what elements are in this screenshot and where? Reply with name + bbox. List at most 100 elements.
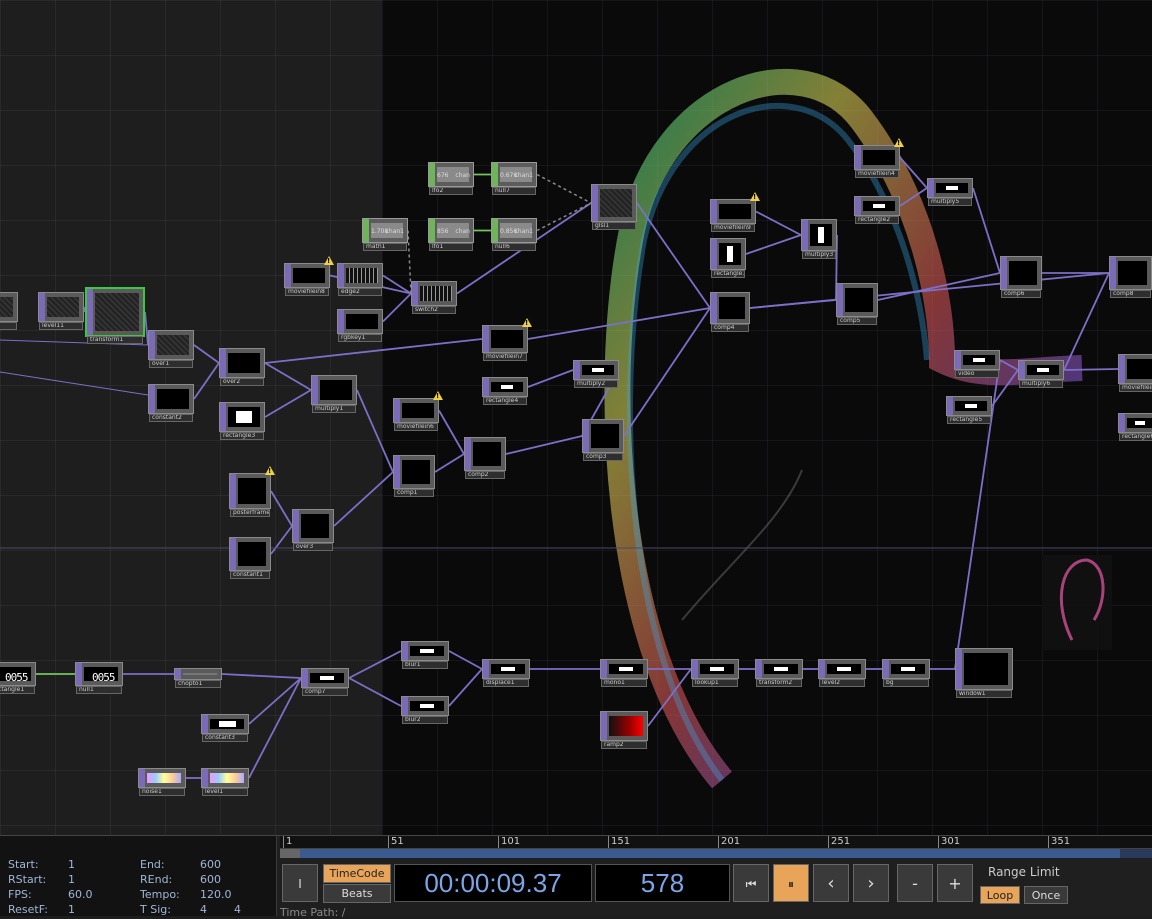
operator-input-strip[interactable] [429, 163, 435, 186]
operator-label[interactable]: moviefilein [1119, 384, 1152, 392]
operator-input-strip[interactable] [175, 669, 181, 679]
operator-constant2[interactable]: constant2 [148, 384, 194, 422]
operator-label[interactable]: window1 [956, 690, 1012, 698]
wire[interactable] [248, 677, 302, 779]
operator-moviefilein4[interactable]: moviefilein4 [854, 138, 904, 178]
operator-label[interactable]: comp7 [302, 688, 348, 696]
wire[interactable] [899, 156, 928, 189]
operator-input-strip[interactable] [1001, 257, 1007, 289]
warning-icon[interactable] [894, 138, 904, 147]
operator-label[interactable]: moviefilein6 [394, 423, 438, 431]
operator-label[interactable]: rectangle6 [1119, 433, 1152, 441]
wire[interactable] [248, 677, 302, 725]
wire[interactable] [877, 272, 1001, 301]
operator-blur2[interactable]: blur2 [401, 696, 449, 724]
operator-input-strip[interactable] [312, 376, 318, 404]
operator-input-strip[interactable] [220, 349, 226, 377]
operator-input-strip[interactable] [285, 264, 291, 287]
operator-multiply1[interactable]: multiply1 [311, 375, 357, 413]
operator-multiply6[interactable]: multiply6 [1018, 360, 1064, 388]
wire[interactable] [755, 210, 802, 236]
operator-label[interactable]: rgbkey1 [338, 334, 382, 342]
operator-input-strip[interactable] [837, 284, 843, 316]
wire[interactable] [647, 668, 692, 727]
operator-input-strip[interactable] [149, 331, 155, 359]
operator-input-strip[interactable] [1119, 414, 1125, 432]
operator-label[interactable]: lfo2 [429, 187, 473, 195]
operator-label[interactable]: posterframe [230, 509, 270, 517]
operator-input-strip[interactable] [483, 378, 489, 396]
operator-lfo2[interactable]: 676 chan lfo2 [428, 162, 474, 195]
operator-input-strip[interactable] [394, 456, 400, 488]
operator-label[interactable]: over1 [149, 360, 193, 368]
operator-rectangle6[interactable]: rectangle6 [1118, 413, 1152, 441]
operator-label[interactable]: glsl1 [592, 222, 636, 230]
resetf-value[interactable]: 1 [68, 903, 75, 916]
tempo-value[interactable]: 120.0 [200, 888, 232, 901]
operator-label[interactable]: constant2 [149, 414, 193, 422]
operator-label[interactable]: lfo1 [429, 243, 473, 251]
operator-posterframe[interactable]: posterframe [229, 466, 275, 517]
operator-constant3[interactable]: constant3 [201, 714, 249, 742]
operator-math1[interactable]: 1.708 chan1 math1 [362, 218, 408, 251]
wire[interactable] [899, 187, 928, 207]
wire[interactable] [193, 362, 220, 400]
wire[interactable] [745, 234, 802, 255]
operator-input-strip[interactable] [302, 669, 308, 687]
operator-label[interactable]: comp1 [394, 489, 434, 497]
operator-label[interactable]: mono1 [601, 679, 647, 687]
wire[interactable] [536, 173, 592, 204]
operator-input-strip[interactable] [956, 649, 962, 689]
beats-toggle[interactable]: Beats [323, 884, 391, 903]
operator-over2[interactable]: over2 [219, 348, 265, 386]
operator-label[interactable]: rectangle3 [220, 432, 264, 440]
operator-comp8[interactable]: comp8 [1109, 256, 1152, 298]
operator-label[interactable]: constant1 [230, 571, 270, 579]
operator-input-strip[interactable] [402, 697, 408, 715]
pause-button[interactable]: ⏸ [773, 864, 809, 902]
operator-comp7[interactable]: comp7 [301, 668, 349, 696]
operator-comp4[interactable]: comp4 [710, 292, 750, 332]
operator-label[interactable]: comp4 [711, 324, 749, 332]
operator-input-strip[interactable] [363, 219, 369, 242]
operator-label[interactable]: comp5 [837, 317, 877, 325]
operator-moviefilein[interactable]: moviefilein [1118, 354, 1152, 392]
operator-rectangle5[interactable]: rectangle5 [946, 396, 992, 424]
operator-label[interactable]: level2 [819, 679, 865, 687]
operator-comp5[interactable]: comp5 [836, 283, 878, 325]
operator-label[interactable]: noise1 [139, 788, 185, 796]
wire[interactable] [1063, 368, 1119, 371]
operator-label[interactable]: rectangle1 [711, 270, 745, 278]
wire[interactable] [348, 677, 402, 707]
speed-up-button[interactable]: + [937, 864, 973, 902]
wire[interactable] [382, 292, 412, 323]
wire[interactable] [999, 359, 1019, 371]
operator-label[interactable]: transform2 [756, 679, 802, 687]
operator-label[interactable]: over3 [293, 543, 333, 551]
operator-transform1[interactable]: transform1 [85, 287, 145, 344]
operator-label[interactable]: constant3 [202, 734, 248, 742]
operator-multiply5[interactable]: multiply5 [927, 178, 973, 206]
wire[interactable] [505, 435, 583, 455]
operator-input-strip[interactable] [1119, 355, 1125, 383]
operator-input-strip[interactable] [230, 538, 236, 570]
operator-input-strip[interactable] [756, 660, 762, 678]
operator-multiply3[interactable]: multiply3 [801, 219, 837, 259]
rewind-button[interactable]: ⏮ [733, 864, 769, 902]
operator-input-strip[interactable] [394, 399, 400, 422]
operator-input-strip[interactable] [338, 264, 344, 287]
wire[interactable] [270, 490, 293, 527]
operator-label[interactable]: rectangle1 [0, 686, 35, 694]
operator-input-strip[interactable] [202, 769, 208, 787]
rend-value[interactable]: 600 [200, 873, 221, 886]
operator-input-strip[interactable] [149, 385, 155, 413]
operator-label[interactable]: level1 [202, 788, 248, 796]
operator-input-strip[interactable] [87, 289, 93, 335]
wire[interactable] [356, 389, 394, 473]
timecode-display[interactable]: 00:00:09.37 [394, 864, 592, 902]
wire[interactable] [527, 307, 711, 340]
operator-input-strip[interactable] [928, 179, 934, 197]
wire[interactable] [264, 362, 312, 391]
operator-transform2[interactable]: transform2 [755, 659, 803, 687]
operator-e[interactable]: e [0, 292, 18, 330]
